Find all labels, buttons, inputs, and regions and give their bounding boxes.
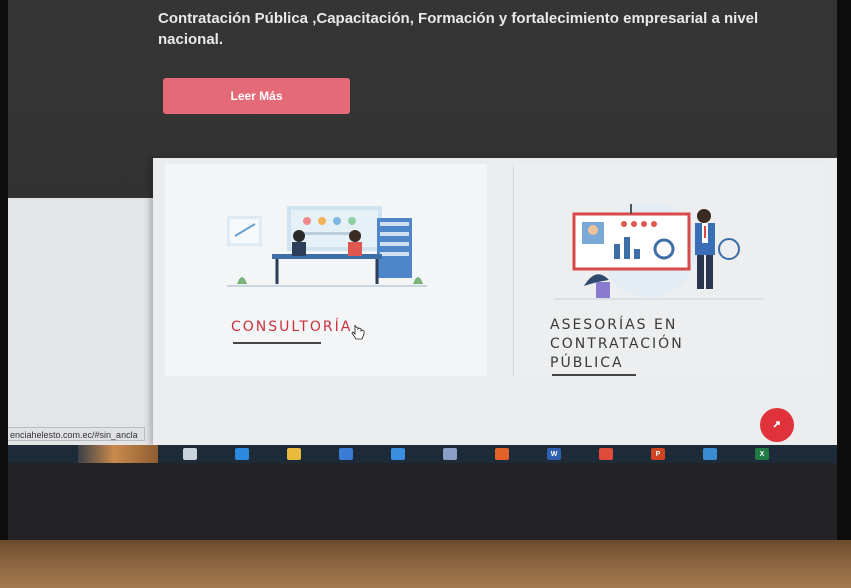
excel-icon[interactable]: X [755,448,769,460]
monitor-lower-bezel [8,463,837,540]
scroll-to-top-button[interactable] [760,408,794,442]
read-more-button[interactable]: Leer Más [163,78,350,114]
monitor-bezel-right [837,0,851,540]
status-bar-url: enciahelesto.com.ec/#sin_ancla [8,427,145,441]
windows-taskbar: WPX [8,445,837,463]
hero-description: Contratación Pública ,Capacitación, Form… [158,10,759,48]
photos-icon[interactable] [443,448,457,460]
browser-viewport: Contratación Pública ,Capacitación, Form… [8,0,837,445]
mail-icon[interactable] [391,448,405,460]
arrow-up-icon [773,421,780,428]
powerpoint-icon[interactable]: P [651,448,665,460]
file-explorer-icon[interactable] [287,448,301,460]
meeting-illustration [227,206,427,287]
word-icon[interactable]: W [547,448,561,460]
card-title-underline [233,342,321,344]
task-view-icon[interactable] [183,448,197,460]
presentation-illustration [554,204,764,300]
monitor-bezel-left [0,0,8,540]
photos-app-icon[interactable] [703,448,717,460]
card-title-consultoria[interactable]: CONSULTORÍA [231,318,352,337]
taskbar-search-thumbnail[interactable] [78,445,158,463]
edge-icon[interactable] [235,448,249,460]
chrome-icon[interactable] [599,448,613,460]
card-title-underline [552,374,636,376]
firefox-icon[interactable] [495,448,509,460]
services-cards-panel: CONSULTORÍA ASESORÍAS EN CONTRATACIÓN PÚ… [153,158,837,445]
store-icon[interactable] [339,448,353,460]
hand-pointer-cursor-icon [351,324,365,340]
service-card-asesorias[interactable]: ASESORÍAS EN CONTRATACIÓN PÚBLICA [513,164,823,376]
desk-surface [0,540,851,588]
card-title-asesorias[interactable]: ASESORÍAS EN CONTRATACIÓN PÚBLICA [550,316,684,373]
service-card-consultoria[interactable]: CONSULTORÍA [165,164,487,376]
